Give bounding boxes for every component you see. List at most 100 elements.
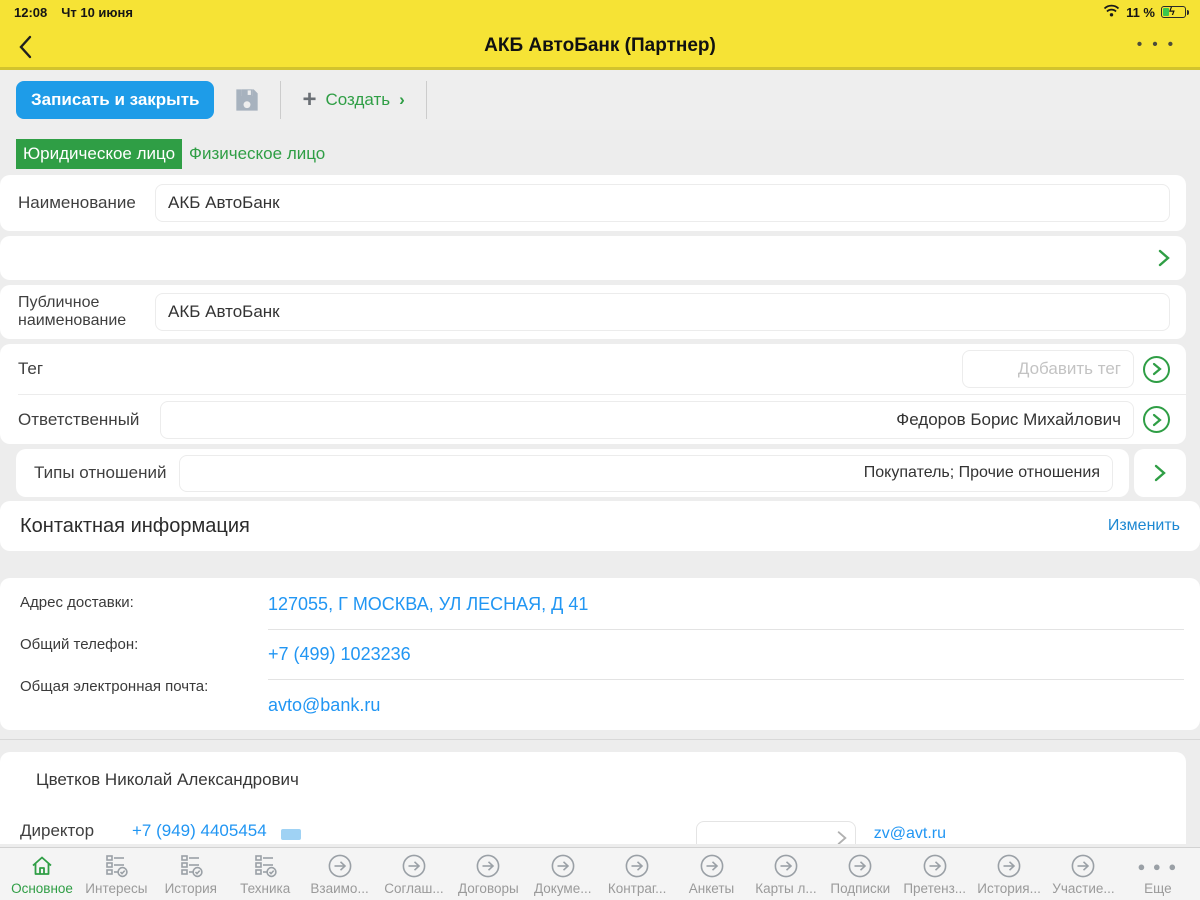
responsible-input[interactable]: Федоров Борис Михайлович xyxy=(160,400,1134,439)
director-picker-field[interactable] xyxy=(695,821,856,844)
tab-label: Договоры xyxy=(458,881,519,896)
tab-label: Докуме... xyxy=(533,881,592,896)
doc-check-icon xyxy=(178,852,204,880)
save-and-close-button[interactable]: Записать и закрыть xyxy=(16,81,215,119)
form-scroll-area: Записать и закрыть + Создать › Юридическ… xyxy=(0,70,1200,844)
contact-label-email: Общая электронная почта: xyxy=(20,678,209,695)
relation-types-input[interactable]: Покупатель; Прочие отношения xyxy=(179,454,1113,492)
contact-info-header: Контактная информация Изменить xyxy=(0,501,1200,551)
director-person-name[interactable]: Цветков Николай Александрович xyxy=(0,770,1186,790)
status-time: 12:08 xyxy=(14,4,48,20)
tab-контраг-[interactable]: Контраг... xyxy=(605,852,669,898)
circle-arrow-icon xyxy=(475,852,501,880)
status-date: Чт 10 июня xyxy=(61,4,133,20)
tag-input[interactable]: Добавить тег xyxy=(962,350,1134,388)
tab-претенз-[interactable]: Претенз... xyxy=(903,852,967,898)
toolbar-divider xyxy=(425,81,427,119)
public-name-field-row: Публичное наименование АКБ АвтоБанк xyxy=(0,285,1186,339)
tab-соглаш-[interactable]: Соглаш... xyxy=(382,852,446,898)
tab-карты-л-[interactable]: Карты л... xyxy=(754,852,818,898)
tab-label: Анкеты xyxy=(688,881,735,896)
director-card: Цветков Николай Александрович Директор +… xyxy=(0,752,1186,844)
tab-label: Контраг... xyxy=(607,881,667,896)
tab-участие-[interactable]: Участие... xyxy=(1051,852,1115,898)
battery-percent: 11 % xyxy=(1126,4,1155,20)
tab-интересы[interactable]: Интересы xyxy=(84,852,148,898)
tab-история-[interactable]: История... xyxy=(977,852,1041,898)
section-divider xyxy=(0,739,1200,740)
contact-edit-link[interactable]: Изменить xyxy=(1108,517,1180,535)
public-name-input[interactable]: АКБ АвтоБанк xyxy=(155,293,1170,331)
more-menu-button[interactable]: • • • xyxy=(1137,36,1176,53)
tag-picker-icon[interactable] xyxy=(1143,355,1170,383)
dots-icon: ● ● ● xyxy=(1137,858,1179,874)
wifi-icon xyxy=(1103,4,1120,20)
plus-icon: + xyxy=(302,86,317,113)
circle-arrow-icon xyxy=(922,852,948,880)
tab-label: Интересы xyxy=(85,881,148,896)
tab-label: Взаимо... xyxy=(310,881,369,896)
circle-arrow-icon xyxy=(550,852,576,880)
save-icon[interactable] xyxy=(229,82,265,118)
responsible-field-label: Ответственный xyxy=(18,409,140,429)
tab-основное[interactable]: Основное xyxy=(10,852,74,898)
doc-check-icon xyxy=(103,852,129,880)
circle-arrow-icon xyxy=(401,852,427,880)
create-button[interactable]: + Создать › xyxy=(296,88,410,112)
chevron-right-icon xyxy=(1158,249,1170,267)
relation-types-row: Типы отношений Покупатель; Прочие отноше… xyxy=(16,449,1129,497)
tab-label: Подписки xyxy=(830,881,891,896)
name-field-row: Наименование АКБ АвтоБанк xyxy=(0,175,1186,231)
tab-label: Участие... xyxy=(1052,881,1115,896)
director-phone-link[interactable]: +7 (949) 4405454 xyxy=(132,821,267,841)
tab-label: Карты л... xyxy=(755,881,817,896)
tab-individual[interactable]: Физическое лицо xyxy=(182,139,332,169)
tab-история[interactable]: История xyxy=(159,852,223,898)
nav-bar: АКБ АвтоБанк (Партнер) • • • xyxy=(0,24,1200,70)
relation-types-picker[interactable] xyxy=(1134,449,1186,497)
tab-анкеты[interactable]: Анкеты xyxy=(680,852,744,898)
home-icon xyxy=(30,852,54,880)
contact-label-address: Адрес доставки: xyxy=(20,594,134,611)
tab-еще[interactable]: ● ● ● Еще xyxy=(1126,852,1190,898)
collapsed-group-row[interactable] xyxy=(0,236,1186,280)
chevron-right-icon xyxy=(837,831,847,844)
contact-email-link[interactable]: avto@bank.ru xyxy=(268,680,1184,730)
tab-label: История... xyxy=(977,881,1041,896)
director-email-link[interactable]: zv@avt.ru xyxy=(874,825,946,843)
tab-label: Техника xyxy=(240,881,291,896)
tab-label: Основное xyxy=(11,881,73,896)
contact-phone-link[interactable]: +7 (499) 1023236 xyxy=(268,630,1184,680)
bottom-tab-bar: Основное Интересы История Техника Взаимо... С… xyxy=(0,847,1200,900)
chevron-right-icon xyxy=(1154,464,1166,482)
contact-address-link[interactable]: 127055, Г МОСКВА, УЛ ЛЕСНАЯ, Д 41 xyxy=(268,580,1184,630)
responsible-picker-icon[interactable] xyxy=(1143,406,1170,433)
tab-докуме-[interactable]: Докуме... xyxy=(531,852,595,898)
contact-info-card: Адрес доставки: Общий телефон: Общая эле… xyxy=(0,578,1200,730)
relation-types-label: Типы отношений xyxy=(34,463,167,482)
entity-type-tabs: Юридическое лицо Физическое лицо xyxy=(0,130,1200,175)
battery-icon: ϟ xyxy=(1161,6,1189,18)
tab-legal-entity[interactable]: Юридическое лицо xyxy=(16,138,183,169)
contact-label-phone: Общий телефон: xyxy=(20,636,139,653)
circle-arrow-icon xyxy=(327,852,353,880)
back-button[interactable] xyxy=(18,34,44,60)
chevron-right-icon: › xyxy=(399,90,405,109)
tab-label: Соглаш... xyxy=(384,881,444,896)
tab-техника[interactable]: Техника xyxy=(233,852,297,898)
toolbar-divider xyxy=(280,81,282,119)
circle-arrow-icon xyxy=(847,852,873,880)
circle-arrow-icon xyxy=(1070,852,1096,880)
sms-icon[interactable] xyxy=(280,828,301,840)
circle-arrow-icon xyxy=(996,852,1022,880)
tab-label: Еще xyxy=(1144,881,1172,896)
status-bar: 12:08 Чт 10 июня 11 % ϟ xyxy=(0,0,1200,24)
tab-label: История xyxy=(164,881,217,896)
tag-field-label: Тег xyxy=(18,359,44,378)
name-input[interactable]: АКБ АвтоБанк xyxy=(155,184,1170,222)
tab-договоры[interactable]: Договоры xyxy=(456,852,520,898)
tab-взаимо-[interactable]: Взаимо... xyxy=(308,852,372,898)
tab-подписки[interactable]: Подписки xyxy=(828,852,892,898)
circle-arrow-icon xyxy=(773,852,799,880)
command-bar: Записать и закрыть + Создать › xyxy=(0,70,1200,130)
